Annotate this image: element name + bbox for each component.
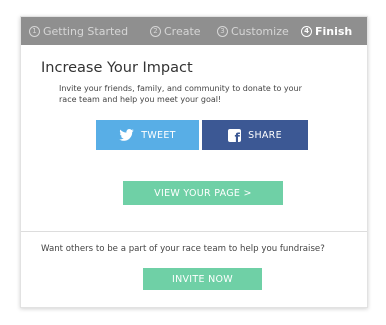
twitter-bird-icon: [119, 129, 134, 141]
step-label: Create: [164, 25, 201, 38]
facebook-icon: f: [228, 128, 242, 144]
progress-steps: 1 Getting Started 2 Create 3 Customize 4…: [21, 17, 367, 45]
invite-now-button[interactable]: INVITE NOW: [143, 268, 262, 290]
step-customize[interactable]: 3 Customize: [217, 25, 289, 38]
step-number-icon: 1: [29, 26, 40, 37]
impact-description: Invite your friends, family, and communi…: [59, 84, 302, 104]
step-create[interactable]: 2 Create: [150, 25, 201, 38]
facebook-share-button[interactable]: f SHARE: [202, 120, 308, 150]
step-label: Finish: [315, 25, 353, 38]
step-number-icon: 3: [217, 26, 228, 37]
tweet-label: TWEET: [141, 129, 176, 141]
step-label: Customize: [231, 25, 289, 38]
finish-card: 1 Getting Started 2 Create 3 Customize 4…: [20, 16, 368, 308]
invite-question: Want others to be a part of your race te…: [41, 244, 325, 254]
step-getting-started[interactable]: 1 Getting Started: [29, 25, 128, 38]
step-number-icon: 4: [301, 26, 312, 37]
step-label: Getting Started: [43, 25, 129, 38]
page-title: Increase Your Impact: [41, 60, 193, 76]
section-divider: [21, 231, 367, 232]
tweet-button[interactable]: TWEET: [96, 120, 199, 150]
step-finish[interactable]: 4 Finish: [301, 25, 352, 38]
share-label: SHARE: [248, 129, 282, 141]
view-your-page-button[interactable]: VIEW YOUR PAGE >: [123, 181, 283, 205]
step-number-icon: 2: [150, 26, 161, 37]
